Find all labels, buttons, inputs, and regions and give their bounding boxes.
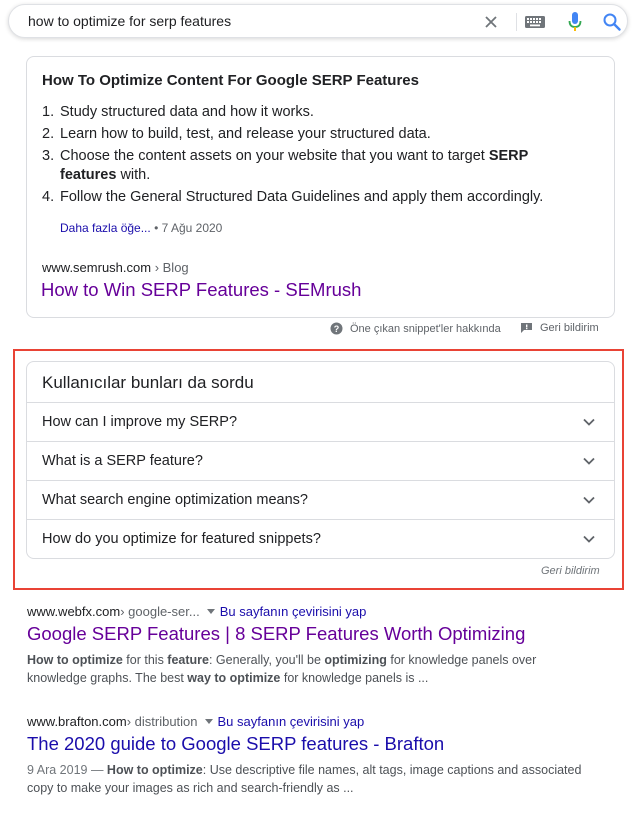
search-bar-divider xyxy=(516,13,517,31)
result-breadcrumb: › google-ser... xyxy=(120,604,200,619)
paa-question-item[interactable]: How can I improve my SERP? xyxy=(27,402,614,441)
result-url: www.brafton.com › distribution Bu sayfan… xyxy=(27,714,587,729)
step-number: 3. xyxy=(42,148,55,164)
snippet-steps-list: 1. Study structured data and how it work… xyxy=(42,103,562,210)
snippet-feedback-label: Geri bildirim xyxy=(540,322,599,334)
chevron-down-icon xyxy=(583,418,595,426)
search-icon[interactable] xyxy=(602,12,622,32)
about-featured-snippets-link[interactable]: ? Öne çıkan snippet'ler hakkında xyxy=(330,322,501,335)
featured-snippet-card: How To Optimize Content For Google SERP … xyxy=(26,56,615,318)
paa-feedback-link[interactable]: Geri bildirim xyxy=(541,565,600,577)
step-number: 1. xyxy=(42,104,55,120)
chevron-down-icon xyxy=(583,496,595,504)
step-number: 4. xyxy=(42,189,55,205)
snippet-date: • 7 Ağu 2020 xyxy=(154,221,223,235)
paa-question-item[interactable]: What is a SERP feature? xyxy=(27,441,614,480)
snippet-feedback-link[interactable]: Geri bildirim xyxy=(520,322,599,334)
snippet-step: 4. Follow the General Structured Data Gu… xyxy=(42,188,562,207)
about-snippets-label: Öne çıkan snippet'ler hakkında xyxy=(350,322,501,335)
dropdown-arrow-icon[interactable] xyxy=(206,609,215,614)
snippet-step: 3. Choose the content assets on your web… xyxy=(42,147,562,185)
chevron-down-icon xyxy=(583,535,595,543)
result-title-link[interactable]: The 2020 guide to Google SERP features -… xyxy=(27,733,587,755)
snippet-url-breadcrumb: › Blog xyxy=(151,260,189,275)
close-icon[interactable] xyxy=(481,12,501,32)
snippet-step: 2. Learn how to build, test, and release… xyxy=(42,125,562,144)
paa-title: Kullanıcılar bunları da sordu xyxy=(42,373,254,392)
snippet-url: www.semrush.com › Blog xyxy=(42,260,189,275)
paa-question-text: What search engine optimization means? xyxy=(42,492,308,508)
keyboard-icon[interactable] xyxy=(524,14,546,30)
search-result: www.brafton.com › distribution Bu sayfan… xyxy=(27,714,587,797)
translate-page-link[interactable]: Bu sayfanın çevirisini yap xyxy=(220,604,367,619)
search-input[interactable]: how to optimize for serp features xyxy=(28,13,231,29)
more-items-link[interactable]: Daha fazla öğe... xyxy=(60,221,151,235)
step-text: Choose the content assets on your websit… xyxy=(60,148,489,164)
snippet-step: 1. Study structured data and how it work… xyxy=(42,103,562,122)
paa-question-item[interactable]: What search engine optimization means? xyxy=(27,480,614,519)
paa-question-text: What is a SERP feature? xyxy=(42,453,203,469)
feedback-icon xyxy=(521,323,532,333)
chevron-down-icon xyxy=(583,457,595,465)
step-text-end: with. xyxy=(116,167,151,183)
result-domain: www.webfx.com xyxy=(27,604,121,619)
step-text: Learn how to build, test, and release yo… xyxy=(60,126,431,142)
translate-page-link[interactable]: Bu sayfanın çevirisini yap xyxy=(218,714,365,729)
search-bar: how to optimize for serp features xyxy=(8,4,628,38)
dropdown-arrow-icon[interactable] xyxy=(204,719,213,724)
step-text: Study structured data and how it works. xyxy=(60,104,314,120)
result-url: www.webfx.com › google-ser... Bu sayfanı… xyxy=(27,604,587,619)
paa-question-item[interactable]: How do you optimize for featured snippet… xyxy=(27,519,614,558)
more-items-row: Daha fazla öğe... • 7 Ağu 2020 xyxy=(60,221,222,235)
help-icon: ? xyxy=(330,322,343,335)
step-number: 2. xyxy=(42,126,55,142)
snippet-title: How To Optimize Content For Google SERP … xyxy=(42,72,419,89)
result-domain: www.brafton.com xyxy=(27,714,127,729)
result-description: 9 Ara 2019 — How to optimize: Use descri… xyxy=(27,763,582,795)
step-text: Follow the General Structured Data Guide… xyxy=(60,189,544,205)
paa-question-text: How can I improve my SERP? xyxy=(42,414,238,430)
result-breadcrumb: › distribution xyxy=(126,714,198,729)
microphone-icon[interactable] xyxy=(567,11,583,33)
paa-question-text: How do you optimize for featured snippet… xyxy=(42,531,321,547)
snippet-result-link[interactable]: How to Win SERP Features - SEMrush xyxy=(41,279,361,301)
result-description: How to optimize for this feature: Genera… xyxy=(27,653,537,685)
search-result: www.webfx.com › google-ser... Bu sayfanı… xyxy=(27,604,587,687)
result-title-link[interactable]: Google SERP Features | 8 SERP Features W… xyxy=(27,623,587,645)
svg-text:?: ? xyxy=(334,324,340,334)
snippet-url-domain: www.semrush.com xyxy=(42,260,152,275)
people-also-ask-card: Kullanıcılar bunları da sordu How can I … xyxy=(26,361,615,559)
